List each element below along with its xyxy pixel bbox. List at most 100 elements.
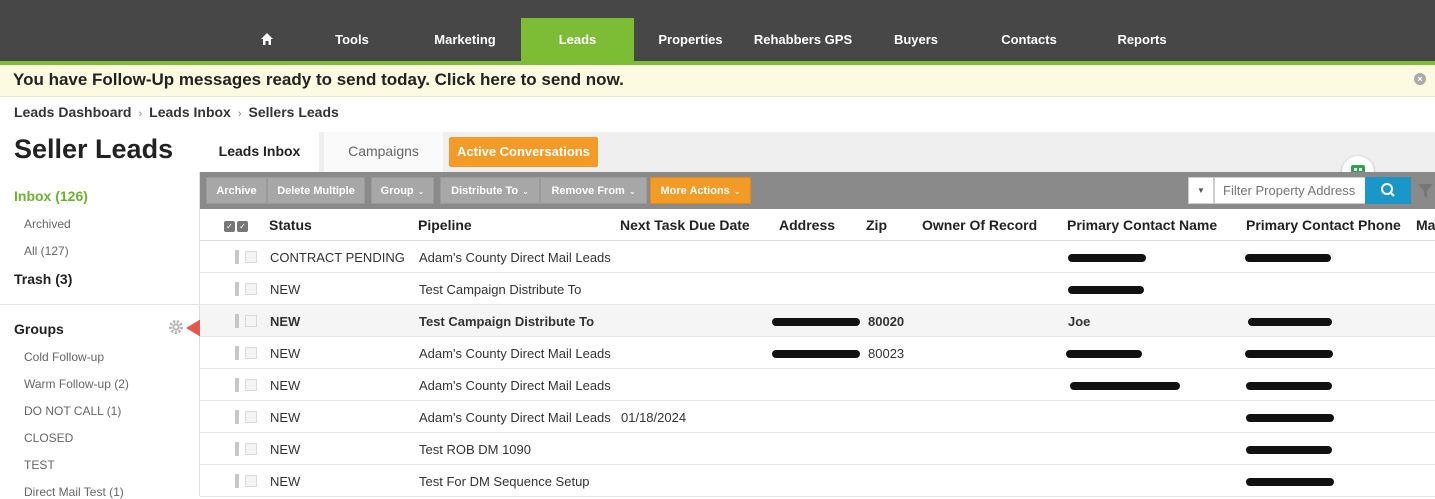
redacted-contact-name	[1070, 382, 1180, 390]
cell-primary-contact-name: Joe	[1068, 314, 1091, 329]
more-actions-button[interactable]: More Actions ⌄	[650, 177, 751, 204]
nav-rehabbers-gps[interactable]: Rehabbers GPS	[750, 18, 856, 61]
distribute-to-label: Distribute To	[451, 185, 519, 197]
cell-next-task-due-date: 01/18/2024	[621, 410, 687, 425]
column-header-primary-contact-phone[interactable]: Primary Contact Phone	[1246, 217, 1401, 233]
redacted-contact-phone	[1248, 318, 1332, 326]
nav-marketing[interactable]: Marketing	[424, 18, 506, 61]
column-header-primary-contact-name[interactable]: Primary Contact Name	[1067, 217, 1217, 233]
row-checkbox[interactable]	[245, 443, 257, 455]
cell-pipeline: Test Campaign Distribute To	[419, 282, 582, 297]
redacted-contact-name	[1068, 286, 1144, 294]
drag-handle[interactable]	[235, 346, 239, 360]
nav-reports[interactable]: Reports	[1106, 18, 1178, 61]
gear-icon[interactable]	[168, 319, 184, 335]
cell-status: NEW	[270, 442, 301, 457]
table-row[interactable]	[200, 273, 1435, 305]
cell-status: NEW	[270, 474, 301, 489]
cell-pipeline: Adam's County Direct Mail Leads	[419, 250, 611, 265]
tab-active-conversations[interactable]: Active Conversations	[449, 137, 598, 167]
search-icon[interactable]	[1365, 177, 1411, 204]
funnel-icon[interactable]	[1416, 182, 1435, 200]
column-header-next-task-due-date[interactable]: Next Task Due Date	[620, 217, 750, 233]
tab-campaigns[interactable]: Campaigns	[324, 132, 443, 172]
redacted-contact-phone	[1245, 350, 1333, 358]
chevron-down-icon: ⌄	[733, 187, 741, 196]
sidebar-group-item[interactable]: Cold Follow-up	[24, 350, 104, 364]
delete-multiple-button[interactable]: Delete Multiple	[267, 177, 365, 204]
breadcrumb-leads-inbox[interactable]: Leads Inbox	[149, 104, 231, 120]
row-checkbox[interactable]	[245, 411, 257, 423]
select-all-checkbox[interactable]: ✓	[237, 221, 248, 232]
home-icon[interactable]	[254, 31, 280, 51]
sidebar-group-item[interactable]: Direct Mail Test (1)	[24, 485, 124, 499]
cell-pipeline: Adam's County Direct Mail Leads	[419, 346, 611, 361]
row-checkbox[interactable]	[245, 315, 257, 327]
page-title: Seller Leads	[14, 134, 174, 164]
chevron-down-icon: ⌄	[628, 187, 636, 196]
sidebar-group-item[interactable]: Warm Follow-up (2)	[24, 377, 129, 391]
breadcrumb-sellers-leads: Sellers Leads	[248, 104, 339, 120]
redacted-contact-name	[1066, 350, 1142, 358]
banner-message[interactable]: You have Follow-Up messages ready to sen…	[13, 70, 624, 90]
row-checkbox[interactable]	[245, 347, 257, 359]
column-header-truncated[interactable]: Ma	[1416, 217, 1435, 233]
sidebar-item-archived[interactable]: Archived	[24, 217, 71, 231]
cell-pipeline: Test For DM Sequence Setup	[419, 474, 590, 489]
chevron-down-icon: ⌄	[417, 187, 425, 196]
sidebar-group-item[interactable]: TEST	[24, 458, 55, 472]
sidebar-item-trash[interactable]: Trash (3)	[14, 271, 72, 287]
nav-contacts[interactable]: Contacts	[992, 18, 1066, 61]
cell-status: NEW	[270, 346, 301, 361]
drag-handle[interactable]	[235, 442, 239, 456]
select-all-checkbox[interactable]: ✓	[224, 221, 235, 232]
filter-property-address-input[interactable]	[1214, 177, 1366, 204]
drag-handle[interactable]	[235, 378, 239, 392]
nav-buyers[interactable]: Buyers	[880, 18, 952, 61]
archive-button[interactable]: Archive	[206, 177, 267, 204]
column-header-pipeline[interactable]: Pipeline	[418, 217, 472, 233]
redacted-address	[772, 318, 860, 326]
drag-handle[interactable]	[235, 250, 239, 264]
sidebar-group-item[interactable]: CLOSED	[24, 431, 73, 445]
redacted-contact-phone	[1245, 254, 1331, 262]
column-header-owner-of-record[interactable]: Owner Of Record	[922, 217, 1037, 233]
sidebar-item-all[interactable]: All (127)	[24, 244, 69, 258]
nav-leads[interactable]: Leads	[521, 18, 634, 61]
cell-status: NEW	[270, 378, 301, 393]
cell-status: NEW	[270, 282, 301, 297]
redacted-contact-phone	[1246, 382, 1332, 390]
sidebar-group-item[interactable]: DO NOT CALL (1)	[24, 404, 121, 418]
column-header-status[interactable]: Status	[269, 217, 312, 233]
follow-up-banner[interactable]: You have Follow-Up messages ready to sen…	[0, 65, 1435, 97]
breadcrumb: Leads Dashboard › Leads Inbox › Sellers Lead…	[14, 104, 339, 120]
tab-leads-inbox[interactable]: Leads Inbox	[200, 132, 319, 172]
close-icon[interactable]: ×	[1414, 73, 1426, 85]
group-button[interactable]: Group ⌄	[371, 177, 434, 204]
cell-status: NEW	[270, 314, 301, 329]
distribute-to-button[interactable]: Distribute To ⌄	[440, 177, 540, 204]
redacted-contact-phone	[1246, 414, 1334, 422]
drag-handle[interactable]	[235, 474, 239, 488]
cell-status: NEW	[270, 410, 301, 425]
drag-handle[interactable]	[235, 410, 239, 424]
row-checkbox[interactable]	[245, 251, 257, 263]
remove-from-button[interactable]: Remove From ⌄	[540, 177, 647, 204]
column-header-zip[interactable]: Zip	[866, 217, 887, 233]
chevron-down-icon: ⌄	[522, 187, 529, 196]
sidebar-item-inbox[interactable]: Inbox (126)	[14, 188, 88, 204]
breadcrumb-leads-dashboard[interactable]: Leads Dashboard	[14, 104, 131, 120]
column-header-address[interactable]: Address	[779, 217, 835, 233]
redacted-contact-name	[1068, 254, 1146, 262]
drag-handle[interactable]	[235, 314, 239, 328]
filter-dropdown[interactable]: ▼	[1188, 177, 1214, 204]
row-checkbox[interactable]	[245, 379, 257, 391]
drag-handle[interactable]	[235, 282, 239, 296]
row-checkbox[interactable]	[245, 283, 257, 295]
row-checkbox[interactable]	[245, 475, 257, 487]
nav-tools[interactable]: Tools	[321, 18, 383, 61]
nav-properties[interactable]: Properties	[648, 18, 733, 61]
breadcrumb-separator: ›	[138, 108, 143, 120]
cell-zip: 80023	[868, 346, 905, 361]
sidebar-groups-label: Groups	[14, 321, 64, 337]
